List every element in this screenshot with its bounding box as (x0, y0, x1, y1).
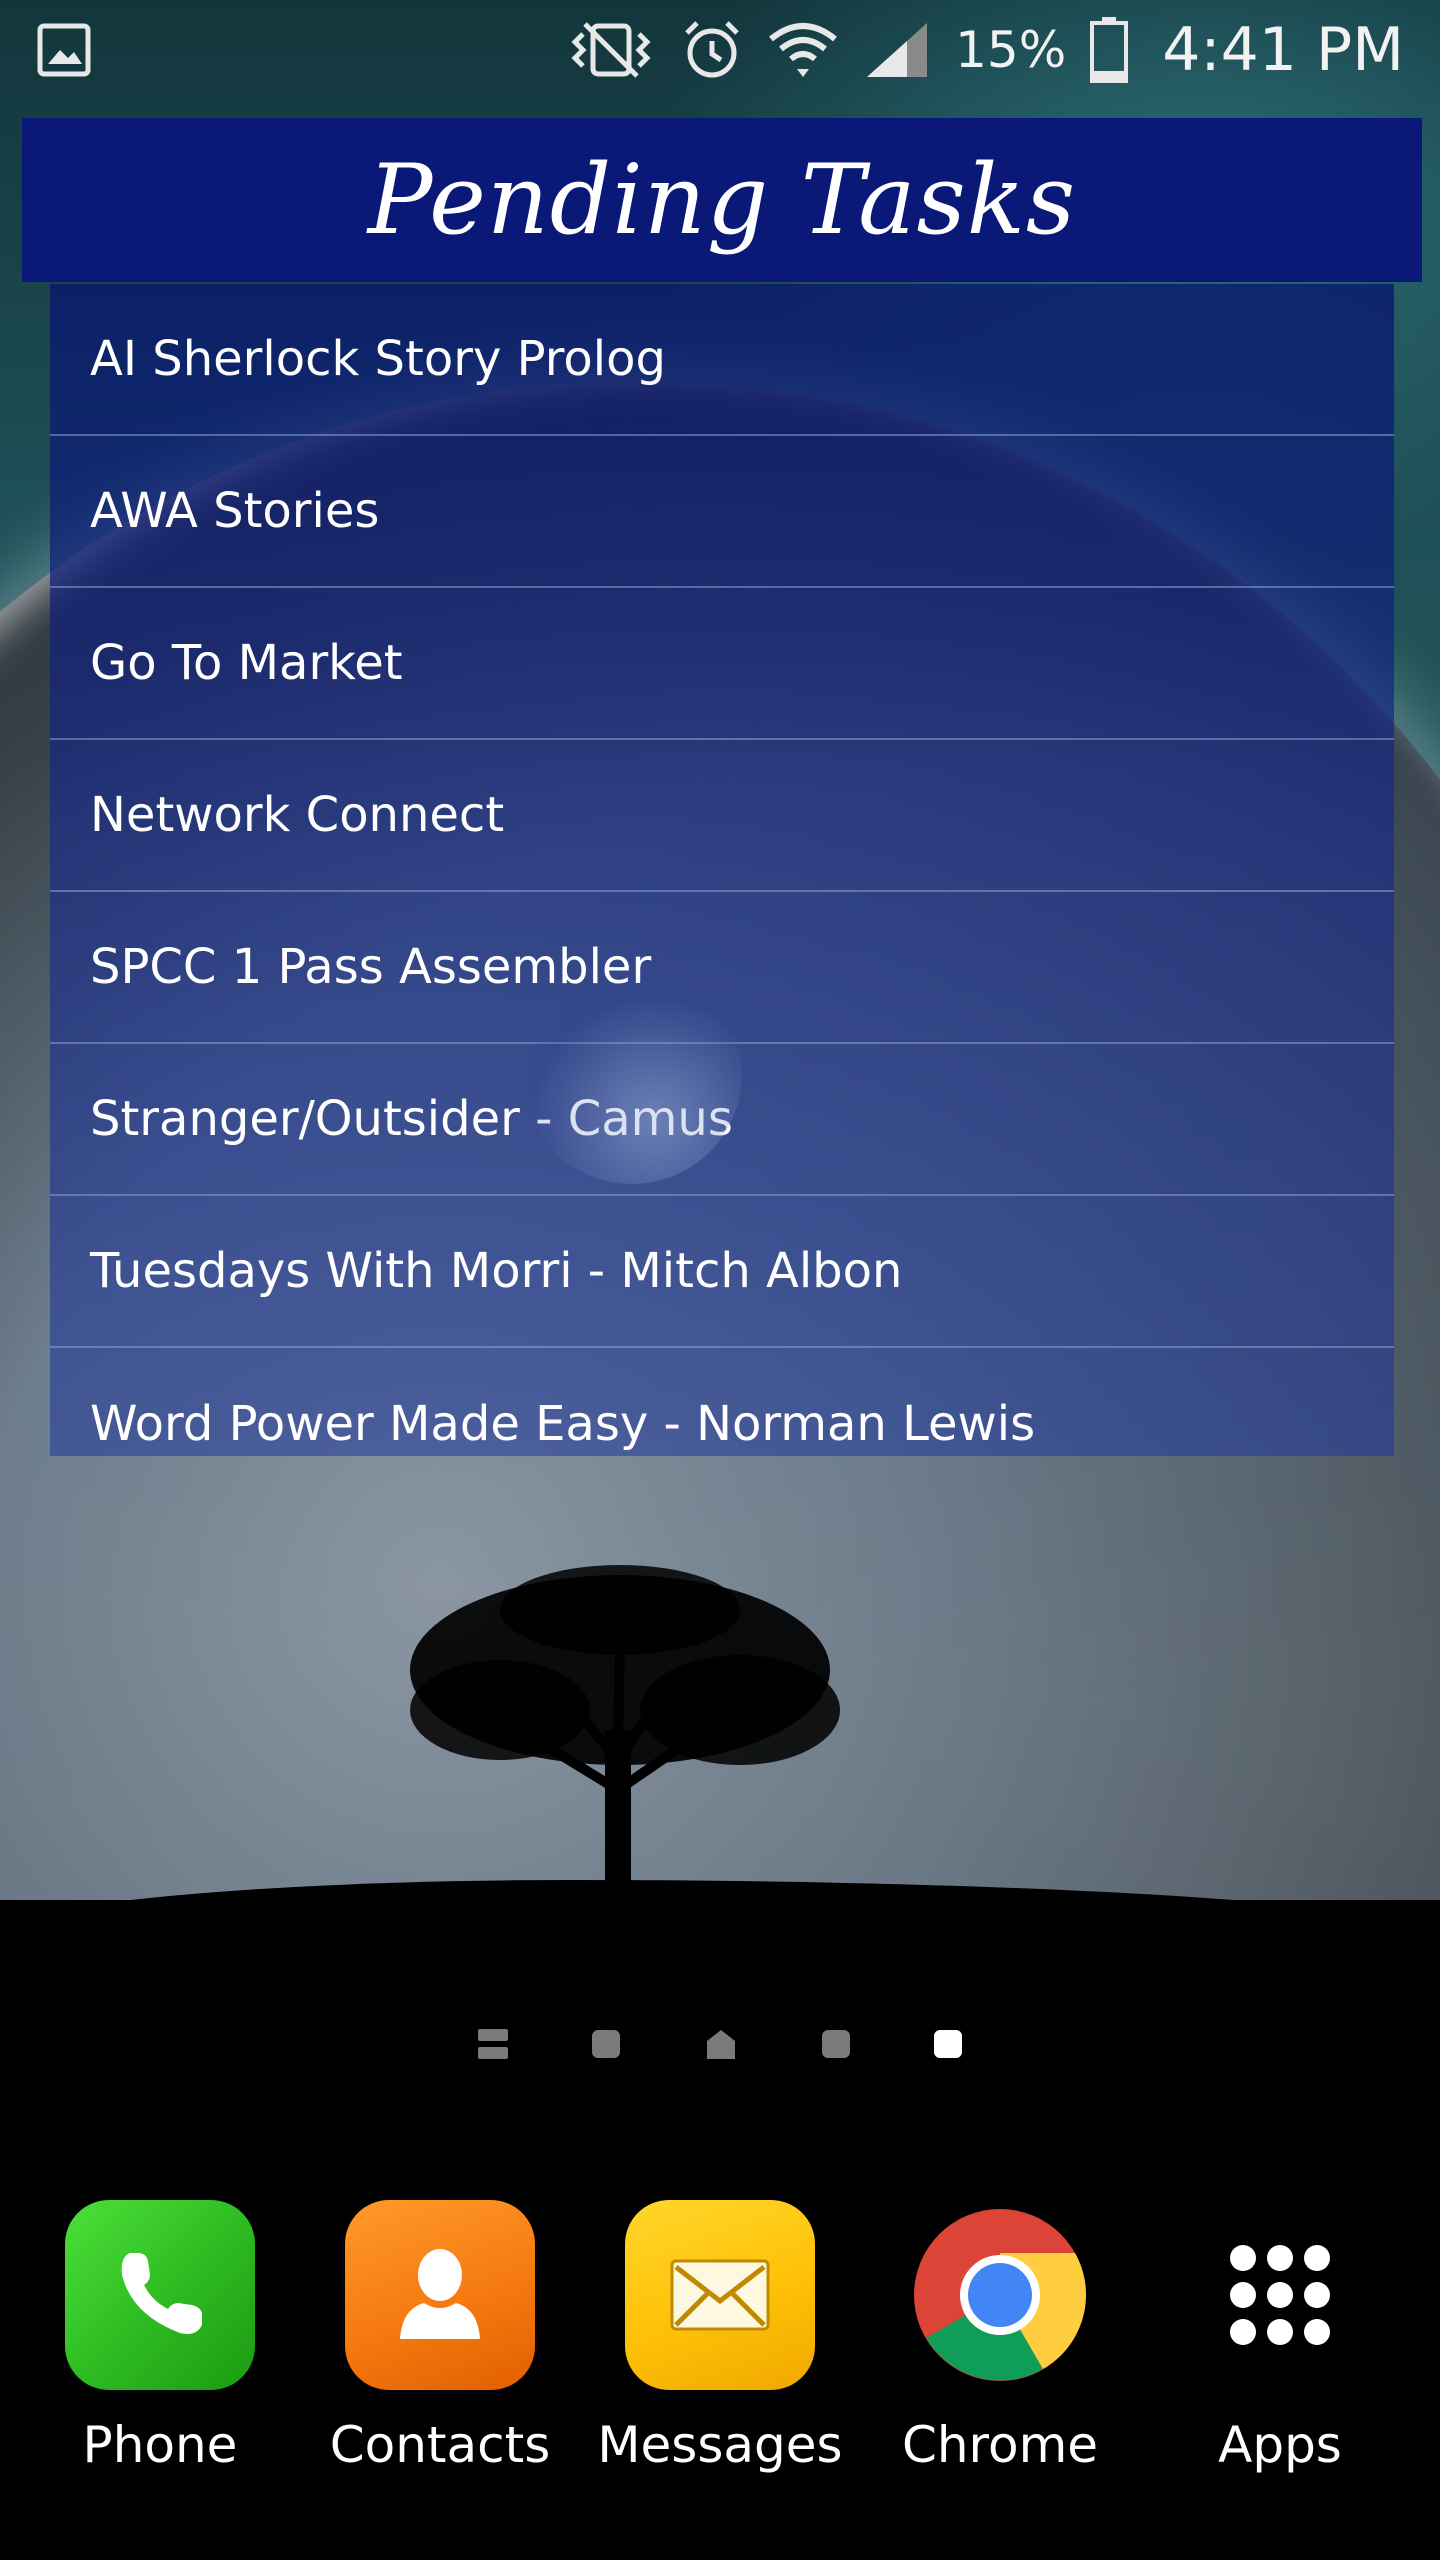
app-label: Apps (1218, 2416, 1342, 2474)
chrome-app[interactable]: Chrome (880, 2200, 1120, 2474)
widget-title: Pending Tasks (367, 144, 1077, 256)
widget-header[interactable]: Pending Tasks (22, 118, 1422, 282)
list-item[interactable]: Network Connect (50, 740, 1394, 892)
list-item[interactable]: Go To Market (50, 588, 1394, 740)
messages-icon[interactable] (625, 2200, 815, 2390)
vibrate-icon (565, 15, 657, 85)
list-item[interactable]: SPCC 1 Pass Assembler (50, 892, 1394, 1044)
page-indicator-dot-active[interactable] (934, 2030, 962, 2058)
wifi-icon (767, 15, 839, 85)
status-bar: 15% 4:41 PM (0, 0, 1440, 100)
signal-icon (863, 15, 931, 85)
app-label: Phone (82, 2416, 238, 2474)
list-item[interactable]: AWA Stories (50, 436, 1394, 588)
dock: Phone Contacts Messages Chrome Apps (0, 2200, 1440, 2500)
alarm-icon (681, 15, 743, 85)
page-indicator (0, 2022, 1440, 2066)
home-page-icon[interactable] (704, 2027, 738, 2061)
list-item[interactable]: Word Power Made Easy - Norman Lewis (50, 1348, 1394, 1456)
list-item[interactable]: Stranger/Outsider - Camus (50, 1044, 1394, 1196)
battery-icon (1090, 15, 1129, 85)
page-indicator-menu-icon[interactable] (478, 2029, 508, 2059)
contacts-icon[interactable] (345, 2200, 535, 2390)
battery-percent: 15% (955, 21, 1067, 79)
contacts-app[interactable]: Contacts (320, 2200, 560, 2474)
page-indicator-dot[interactable] (822, 2030, 850, 2058)
apps-grid-icon[interactable] (1185, 2200, 1375, 2390)
phone-app[interactable]: Phone (40, 2200, 280, 2474)
list-item[interactable]: AI Sherlock Story Prolog (50, 284, 1394, 436)
apps-drawer[interactable]: Apps (1160, 2200, 1400, 2474)
tree-silhouette (410, 1565, 840, 1920)
clock: 4:41 PM (1162, 15, 1404, 85)
gallery-icon (36, 15, 92, 85)
task-list[interactable]: AI Sherlock Story Prolog AWA Stories Go … (50, 284, 1394, 1456)
list-item[interactable]: Tuesdays With Morri - Mitch Albon (50, 1196, 1394, 1348)
app-label: Contacts (329, 2416, 551, 2474)
messages-app[interactable]: Messages (597, 2200, 843, 2474)
chrome-icon[interactable] (905, 2200, 1095, 2390)
app-label: Chrome (901, 2416, 1099, 2474)
phone-icon[interactable] (65, 2200, 255, 2390)
app-label: Messages (597, 2416, 843, 2474)
page-indicator-dot[interactable] (592, 2030, 620, 2058)
